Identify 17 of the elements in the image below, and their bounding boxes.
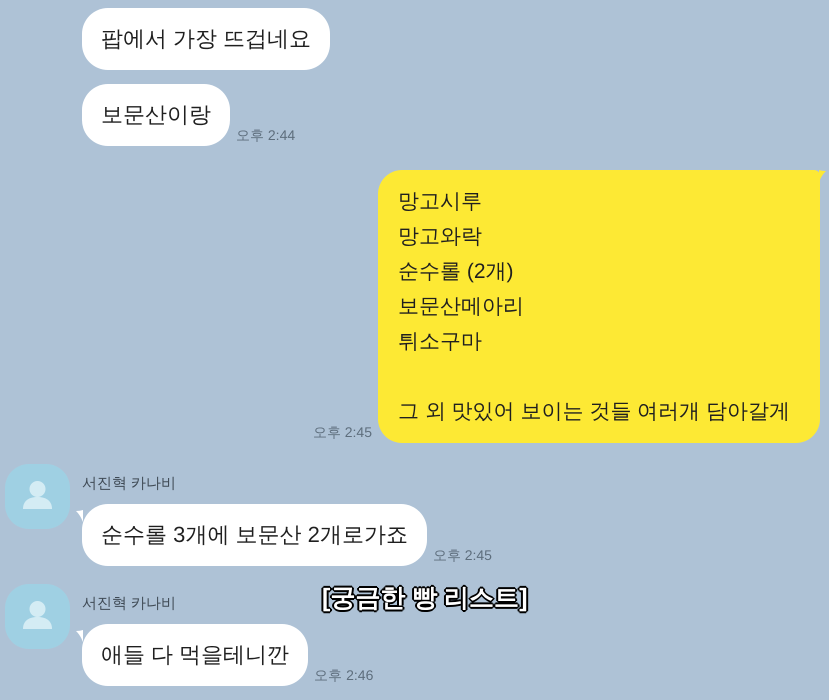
avatar-icon[interactable]: [5, 464, 70, 529]
subtitle-caption: [궁금한 빵 리스트]: [322, 583, 528, 613]
avatar-icon[interactable]: [5, 584, 70, 649]
message-time: 오후 2:45: [432, 546, 492, 564]
message-time: 오후 2:46: [314, 666, 374, 684]
message-time: 오후 2:45: [312, 423, 372, 441]
sender-name: 서진혁 카나비: [82, 474, 176, 494]
sender-name: 서진혁 카나비: [82, 594, 176, 614]
message-bubble: 순수롤 3개에 보문산 2개로가죠: [82, 504, 427, 566]
message-bubble: 팝에서 가장 뜨겁네요: [82, 8, 330, 70]
message-bubble: 망고시루 망고와락 순수롤 (2개) 보문산메아리 튀소구마 그 외 맛있어 보이는 것들 여러개 담아갈게: [378, 170, 820, 443]
bubble-tail-icon: [819, 170, 826, 182]
message-bubble: 애들 다 먹을테니깐: [82, 624, 308, 686]
bubble-tail-icon: [76, 510, 83, 522]
bubble-tail-icon: [76, 630, 83, 642]
message-bubble: 보문산이랑: [82, 84, 230, 146]
message-time: 오후 2:44: [236, 126, 296, 144]
